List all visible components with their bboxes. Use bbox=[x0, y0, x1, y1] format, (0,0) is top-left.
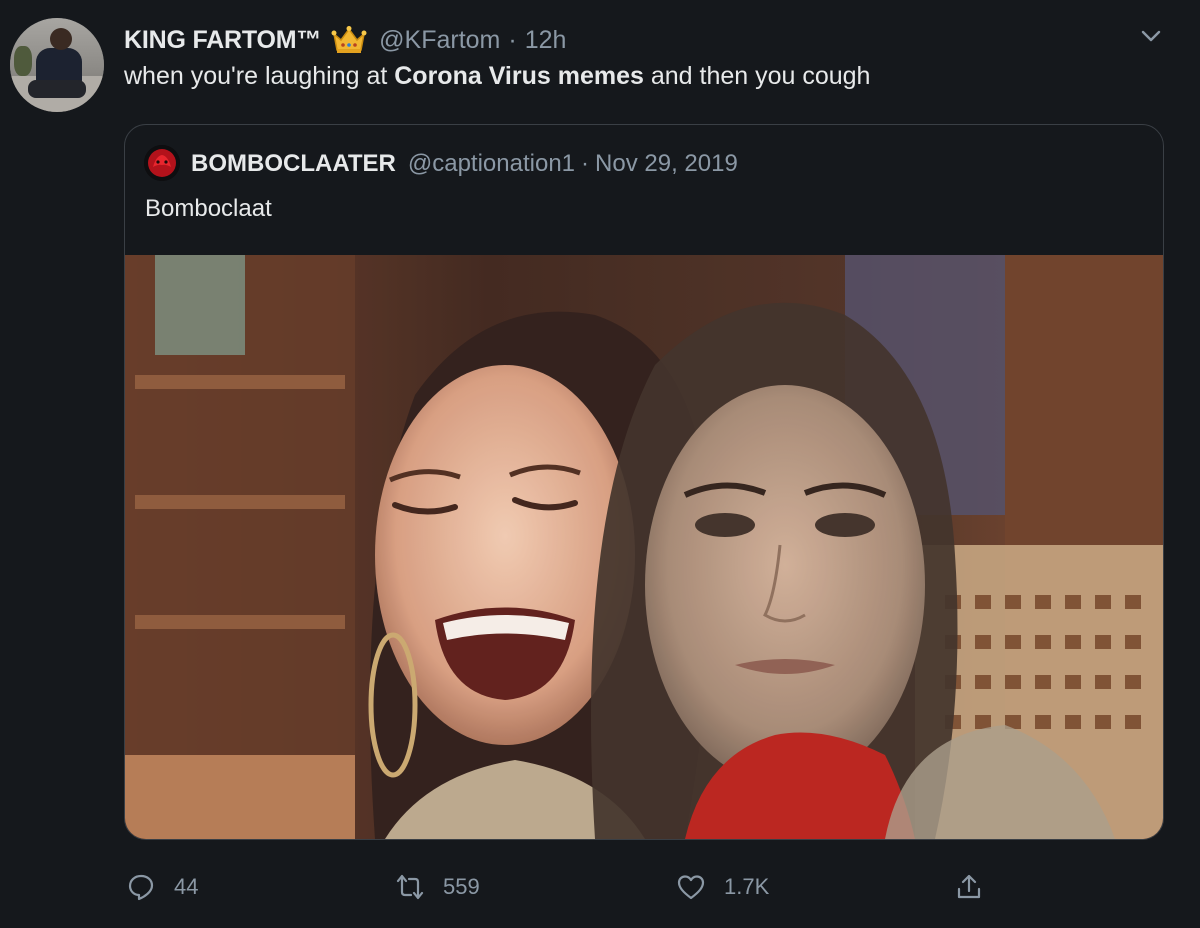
avatar-person-legs bbox=[28, 80, 86, 98]
tweet-text: when you're laughing at Corona Virus mem… bbox=[124, 62, 870, 91]
quoted-tweet[interactable]: BOMBOCLAATER @captionation1 · Nov 29, 20… bbox=[124, 124, 1164, 840]
like-button[interactable]: 1.7K bbox=[676, 872, 769, 902]
quoted-tweet-date[interactable]: Nov 29, 2019 bbox=[595, 150, 738, 178]
avatar-plant bbox=[14, 46, 32, 76]
author-avatar[interactable] bbox=[10, 18, 104, 112]
quoted-tweet-header: BOMBOCLAATER @captionation1 · Nov 29, 20… bbox=[191, 147, 738, 181]
retweet-count: 559 bbox=[443, 874, 480, 899]
reply-button[interactable]: 44 bbox=[126, 872, 198, 902]
heart-icon bbox=[677, 875, 705, 900]
author-handle[interactable]: @KFartom bbox=[379, 26, 500, 55]
tweet-text-after: and then you cough bbox=[643, 62, 871, 90]
tweet-text-before: when you're laughing at bbox=[124, 62, 395, 90]
retweet-icon bbox=[396, 874, 424, 900]
reply-count: 44 bbox=[174, 874, 199, 899]
tweet-header: KING FARTOM™ @KFartom · 12h bbox=[124, 24, 566, 56]
tweet[interactable]: KING FARTOM™ @KFartom · 12h when you're … bbox=[0, 0, 1200, 928]
like-count: 1.7K bbox=[724, 874, 770, 899]
header-separator: · bbox=[508, 25, 517, 54]
photo-illustration bbox=[125, 255, 1163, 839]
quoted-tweet-text: Bomboclaat bbox=[145, 195, 272, 222]
tweet-text-bold: Corona Virus memes bbox=[394, 62, 644, 90]
crown-icon bbox=[331, 25, 367, 55]
quoted-author-avatar[interactable] bbox=[144, 145, 180, 181]
tweet-actions: 44 559 1.7K bbox=[0, 862, 1200, 912]
quoted-header-separator: · bbox=[581, 150, 590, 177]
quoted-tweet-photo[interactable] bbox=[125, 255, 1163, 839]
share-button[interactable] bbox=[954, 872, 1002, 902]
quoted-author-display-name[interactable]: BOMBOCLAATER bbox=[191, 150, 396, 178]
avatar-person-head bbox=[50, 28, 72, 50]
author-display-name[interactable]: KING FARTOM™ bbox=[124, 26, 321, 55]
tweet-time[interactable]: 12h bbox=[525, 26, 567, 55]
reply-icon bbox=[128, 874, 154, 901]
quoted-author-handle[interactable]: @captionation1 bbox=[408, 150, 575, 178]
chevron-down-icon[interactable] bbox=[1137, 22, 1165, 50]
share-icon bbox=[957, 874, 981, 899]
retweet-button[interactable]: 559 bbox=[395, 872, 480, 902]
